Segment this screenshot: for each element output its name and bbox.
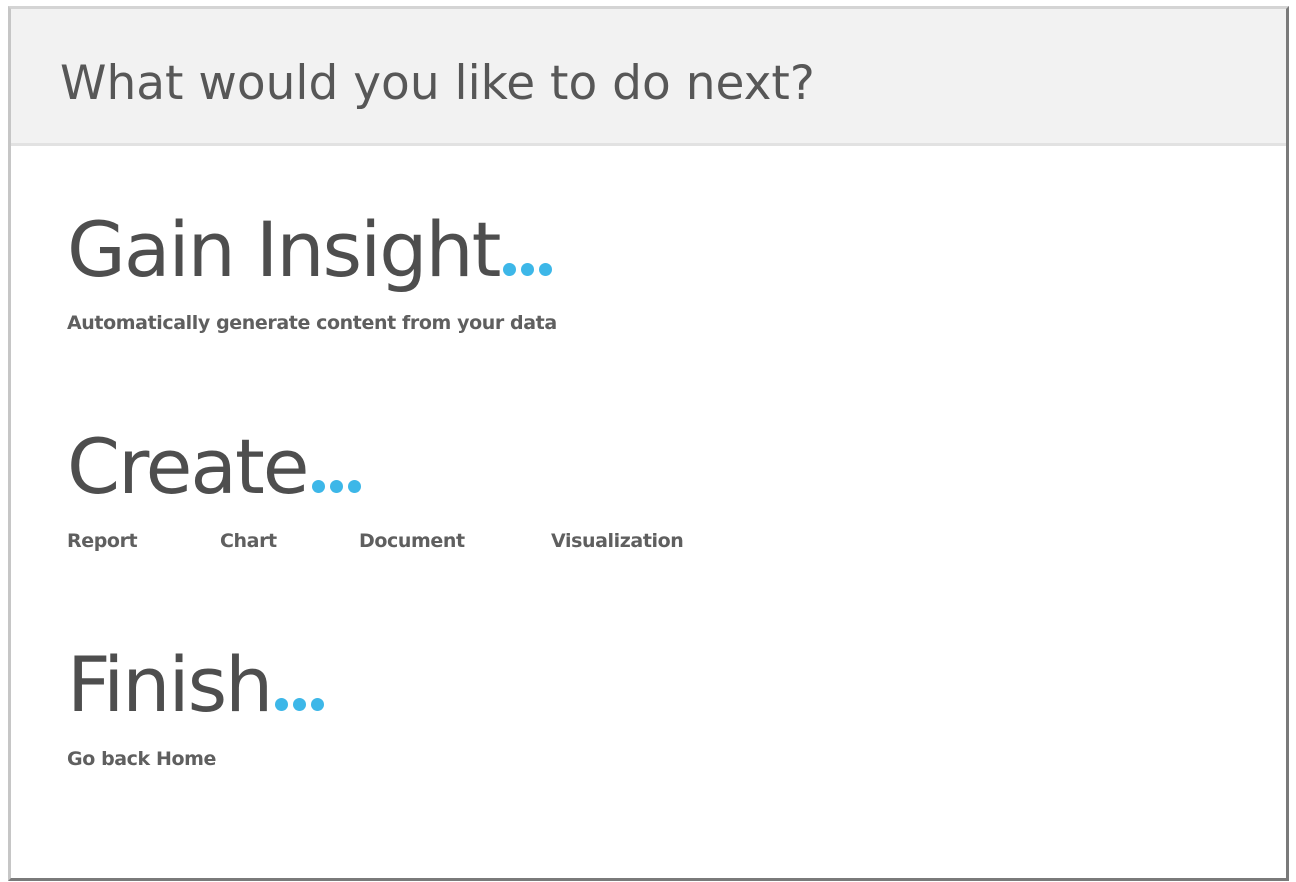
finish-heading-text: Finish [67, 640, 273, 729]
next-step-dialog: What would you like to do next? Gain Ins… [8, 6, 1289, 881]
dialog-header: What would you like to do next? [11, 9, 1286, 146]
create-options: Report Chart Document Visualization [67, 530, 684, 552]
generate-content-link[interactable]: Automatically generate content from your… [67, 312, 557, 334]
gain-insight-heading-text: Gain Insight [67, 205, 501, 294]
create-heading: Create [67, 422, 683, 512]
ellipsis-dots-icon [275, 698, 325, 711]
finish-section: Finish Go back Home [67, 640, 325, 770]
go-back-home-link[interactable]: Go back Home [67, 748, 324, 770]
create-heading-text: Create [67, 422, 310, 511]
finish-heading: Finish [67, 640, 325, 730]
create-chart-link[interactable]: Chart [220, 530, 359, 552]
gain-insight-heading: Gain Insight [67, 205, 557, 295]
gain-insight-section: Gain Insight Automatically generate cont… [67, 205, 557, 334]
ellipsis-dots-icon [503, 263, 553, 276]
create-report-link[interactable]: Report [67, 530, 220, 552]
dialog-title: What would you like to do next? [60, 56, 815, 111]
create-section: Create Report Chart Document Visualizati… [67, 422, 684, 552]
create-document-link[interactable]: Document [359, 530, 551, 552]
ellipsis-dots-icon [311, 480, 361, 493]
create-visualization-link[interactable]: Visualization [551, 530, 684, 552]
